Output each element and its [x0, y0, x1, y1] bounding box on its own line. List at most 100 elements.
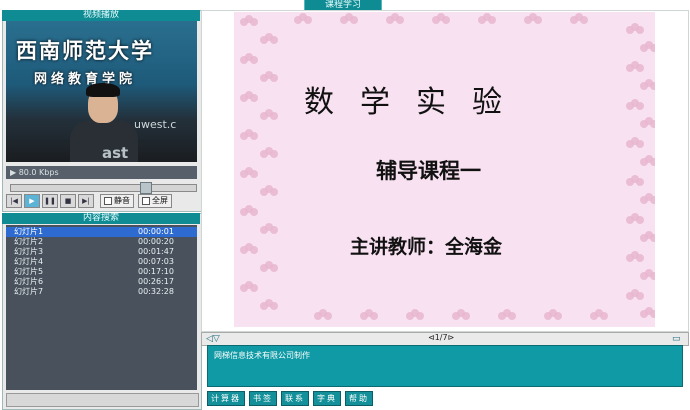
bottom-toolbar: 计算器 书签 联系 字典 帮助 [207, 391, 683, 406]
slide-title: 数学实验 [304, 85, 528, 120]
seek-thumb[interactable] [140, 182, 152, 194]
list-item[interactable]: 幻灯片4 00:07:03 [6, 257, 197, 267]
pause-icon[interactable]: ❚❚ [42, 194, 58, 208]
paw-print-icon [636, 292, 644, 300]
paw-print-icon [250, 56, 258, 64]
paw-print-icon [270, 302, 278, 310]
video-banner-line1: 西南师范大学 [16, 38, 154, 63]
mute-toggle[interactable]: 静音 [100, 194, 134, 208]
paw-print-icon [650, 158, 655, 166]
paw-print-icon [250, 132, 258, 140]
paw-print-icon [636, 178, 644, 186]
paw-print-icon [270, 150, 278, 158]
skip-back-icon[interactable]: |◀ [6, 194, 22, 208]
list-item-label: 幻灯片6 [14, 277, 44, 286]
list-item[interactable]: 幻灯片3 00:01:47 [6, 247, 197, 257]
paw-print-icon [370, 312, 378, 320]
paw-print-icon [650, 44, 655, 52]
list-item[interactable]: 幻灯片5 00:17:10 [6, 267, 197, 277]
list-item-label: 幻灯片4 [14, 257, 44, 266]
list-item-time: 00:32:28 [138, 287, 174, 296]
contact-button[interactable]: 联系 [281, 391, 309, 406]
paw-print-icon [488, 16, 496, 24]
paw-print-icon [270, 74, 278, 82]
page-indicator: ⊲1/7⊳ [428, 333, 455, 342]
paw-print-icon [534, 16, 542, 24]
play-icon[interactable]: ▶ [24, 194, 40, 208]
video-watermark-2: ast [102, 144, 129, 162]
paw-print-icon [636, 216, 644, 224]
paw-print-icon [324, 312, 332, 320]
list-item-label: 幻灯片2 [14, 237, 44, 246]
paw-print-icon [636, 254, 644, 262]
list-item-label: 幻灯片5 [14, 267, 44, 276]
seek-bar[interactable] [10, 184, 197, 192]
list-item-time: 00:00:01 [138, 227, 174, 236]
list-item[interactable]: 幻灯片1 00:00:01 [6, 227, 197, 237]
calculator-button[interactable]: 计算器 [207, 391, 245, 406]
paw-print-icon [250, 18, 258, 26]
paw-print-icon [270, 264, 278, 272]
bitrate-display: ▶ 80.0 Kbps [6, 166, 197, 179]
video-panel-title: 视频播放 [2, 10, 200, 21]
help-button[interactable]: 帮助 [345, 391, 373, 406]
list-item-time: 00:17:10 [138, 267, 174, 276]
paw-print-icon [650, 310, 655, 318]
video-watermark: uwest.c [134, 118, 177, 131]
presenter-hair [86, 83, 120, 97]
video-player[interactable]: 西南师范大学 网络教育学院 uwest.c ast [6, 21, 197, 162]
skip-forward-icon[interactable]: ▶| [78, 194, 94, 208]
paw-print-icon [462, 312, 470, 320]
paw-print-icon [650, 120, 655, 128]
list-item-time: 00:00:20 [138, 237, 174, 246]
paw-print-icon [250, 94, 258, 102]
list-item[interactable]: 幻灯片2 00:00:20 [6, 237, 197, 247]
list-item[interactable]: 幻灯片6 00:26:17 [6, 277, 197, 287]
paw-print-icon [636, 140, 644, 148]
stop-icon[interactable]: ■ [60, 194, 76, 208]
paw-print-icon [442, 16, 450, 24]
slide-subtitle: 辅导课程一 [376, 158, 481, 183]
paw-print-icon [396, 16, 404, 24]
paw-print-icon [250, 208, 258, 216]
prev-arrow-icon[interactable]: ◁▽ [206, 334, 220, 344]
notes-panel: 网梯信息技术有限公司制作 [207, 345, 683, 387]
list-item-label: 幻灯片3 [14, 247, 44, 256]
list-item-time: 00:26:17 [138, 277, 174, 286]
list-item-label: 幻灯片1 [14, 227, 44, 236]
paw-print-icon [554, 312, 562, 320]
paw-print-icon [636, 64, 644, 72]
paw-print-icon [650, 196, 655, 204]
paw-print-icon [650, 272, 655, 280]
dictionary-button[interactable]: 字典 [313, 391, 341, 406]
paw-print-icon [650, 82, 655, 90]
content-search-title: 内容搜索 [2, 213, 200, 224]
video-banner-line2: 网络教育学院 [34, 72, 137, 87]
paw-print-icon [250, 284, 258, 292]
paw-print-icon [600, 312, 608, 320]
paw-print-icon [416, 312, 424, 320]
list-item[interactable]: 幻灯片7 00:32:28 [6, 287, 197, 297]
paw-print-icon [270, 226, 278, 234]
paw-print-icon [350, 16, 358, 24]
list-item-time: 00:07:03 [138, 257, 174, 266]
paw-print-icon [270, 36, 278, 44]
slide-list: 幻灯片1 00:00:01 幻灯片2 00:00:20 幻灯片3 00:01:47 幻灯片4… [6, 225, 197, 390]
fullscreen-checkbox-icon [142, 196, 150, 205]
monitor-icon[interactable]: ▭ [672, 334, 681, 344]
paw-print-icon [650, 234, 655, 242]
bookmark-button[interactable]: 书签 [249, 391, 277, 406]
paw-print-icon [250, 170, 258, 178]
mute-checkbox-icon [104, 196, 112, 205]
paw-print-icon [304, 16, 312, 24]
play-indicator-icon: ▶ [10, 168, 19, 177]
list-item-label: 幻灯片7 [14, 287, 44, 296]
paw-print-icon [636, 102, 644, 110]
fullscreen-toggle[interactable]: 全屏 [138, 194, 172, 208]
bitrate-value: 80.0 Kbps [18, 168, 59, 177]
playback-controls: |◀ ▶ ❚❚ ■ ▶| 静音 全屏 [6, 194, 197, 208]
list-scrollbar[interactable] [6, 393, 199, 407]
mute-label: 静音 [114, 196, 130, 205]
paw-print-icon [580, 16, 588, 24]
fullscreen-label: 全屏 [152, 196, 168, 205]
